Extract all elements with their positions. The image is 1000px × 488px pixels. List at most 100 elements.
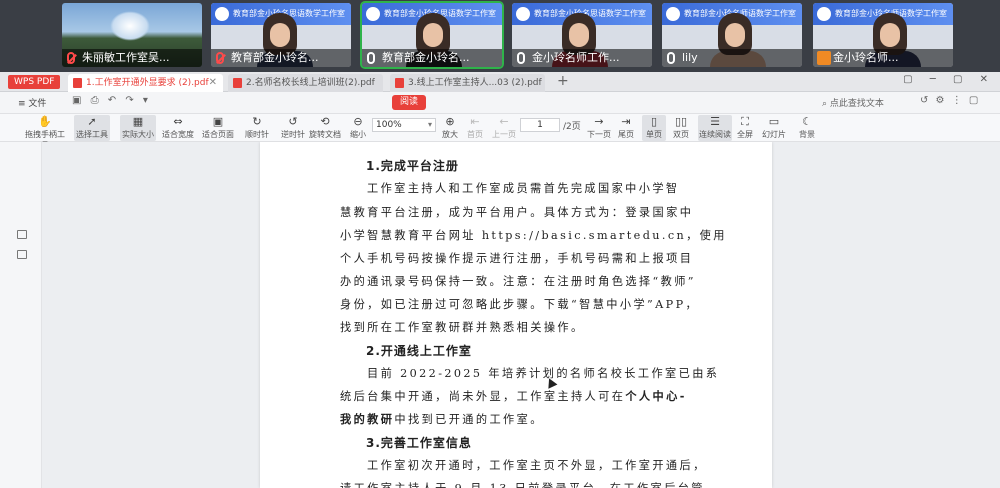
- bold-text: 我的教研: [340, 413, 395, 426]
- participant-tile[interactable]: 教育部金小玲名师语数学工作室 lily: [662, 3, 802, 67]
- fit-page-button[interactable]: ▣ 适合页面: [200, 115, 236, 141]
- paragraph-line: 请工作室主持人于 9 月 13 日前登录平台。在工作室后台管: [340, 480, 705, 488]
- user-avatar-icon: [817, 51, 831, 65]
- participant-name: lily: [682, 51, 698, 64]
- tool-label: 适合宽度: [162, 130, 194, 139]
- thumbnail-panel-icon[interactable]: [17, 230, 27, 239]
- file-menu[interactable]: ≡ 文件: [18, 96, 46, 109]
- tool-label: 实际大小: [122, 130, 154, 139]
- zoom-out-icon: ⊖: [353, 115, 363, 128]
- tool-label: 缩小: [350, 130, 366, 139]
- participant-nameplate: 金小玲名师...: [813, 49, 953, 67]
- tab-label: 2.名师名校长线上培训班(2).pdf: [246, 78, 375, 88]
- participant-tile[interactable]: 朱丽敏工作室吴...: [62, 3, 202, 67]
- mic-icon: [517, 52, 525, 64]
- single-page-button[interactable]: ▯ 单页: [642, 115, 666, 141]
- participant-tile-active-speaker[interactable]: 教育部金小玲名思语数学工作室 教育部金小玲名...: [360, 1, 504, 69]
- rotate-clockwise-icon: ↻: [252, 115, 262, 128]
- fit-page-icon: ▣: [212, 115, 224, 128]
- wps-pdf-window: WPS PDF 1.工作室开通外显要求 (2).pdf ✕ 2.名师名校长线上培…: [0, 72, 1000, 488]
- tool-label: 上一页: [492, 130, 516, 139]
- quick-access-icons[interactable]: ▣ ⎙ ↶ ↷ ▾: [72, 95, 148, 106]
- participant-tile[interactable]: 教育部金小玲名思语数学工作室 教育部金小玲名...: [211, 3, 351, 67]
- institution-logo-icon: [817, 7, 831, 21]
- settings-icons[interactable]: ↺ ⚙ ⋮ ▢: [920, 95, 978, 106]
- close-icon[interactable]: ✕: [209, 74, 217, 92]
- participant-nameplate: 教育部金小玲名...: [362, 49, 502, 67]
- slideshow-icon: ▭: [768, 115, 780, 128]
- select-tool-button[interactable]: ➚ 选择工具: [74, 115, 110, 141]
- last-page-button[interactable]: ⇥ 尾页: [614, 115, 638, 141]
- fit-width-icon: ⇔: [173, 115, 183, 128]
- paragraph-line: 个人手机号码按操作提示进行注册，手机号码需和上报项目: [340, 252, 694, 265]
- zoom-out-button[interactable]: ⊖ 缩小: [346, 115, 370, 141]
- fullscreen-button[interactable]: ⛶ 全屏: [734, 115, 756, 141]
- zoom-level-select[interactable]: 100%: [372, 118, 436, 132]
- slideshow-button[interactable]: ▭ 幻灯片: [760, 115, 788, 141]
- tool-label: 尾页: [618, 130, 634, 139]
- tab-document-3[interactable]: 3.线上工作室主持人...03 (2).pdf: [390, 74, 545, 92]
- tool-label: 逆时针: [281, 130, 305, 139]
- mic-muted-icon: [216, 52, 224, 64]
- paragraph-line: 工作室初次开通时，工作室主页不外显，工作室开通后，: [367, 459, 707, 472]
- section-heading-3: 3.完善工作室信息: [366, 436, 472, 450]
- tool-label: 全屏: [737, 130, 753, 139]
- pdf-file-icon: [73, 78, 82, 88]
- previous-page-button[interactable]: ← 上一页: [490, 115, 518, 141]
- institution-logo-icon: [666, 7, 680, 21]
- text-span: 统后台集中开通，尚未外显，工作室主持人可在: [340, 390, 626, 403]
- zoom-in-button[interactable]: ⊕ 放大: [438, 115, 462, 141]
- document-viewport[interactable]: 1.完成平台注册 工作室主持人和工作室成员需首先完成国家中小学智 慧教育平台注册…: [42, 142, 1000, 488]
- add-tab-icon[interactable]: +: [557, 73, 569, 89]
- mic-icon: [667, 52, 675, 64]
- first-page-button[interactable]: ⇤ 首页: [462, 115, 488, 141]
- window-controls[interactable]: ▢ ─ ▢ ✕: [903, 74, 988, 85]
- document-tabbar: WPS PDF 1.工作室开通外显要求 (2).pdf ✕ 2.名师名校长线上培…: [0, 72, 1000, 92]
- institution-logo-icon: [215, 7, 229, 21]
- paragraph-line: 找到所在工作室教研群并熟悉相关操作。: [340, 321, 585, 334]
- single-page-icon: ▯: [650, 115, 658, 128]
- rotate-document-icon: ⟲: [320, 115, 330, 128]
- continuous-reading-button[interactable]: ☰ 连续阅读: [698, 115, 732, 141]
- actual-size-icon: ▦: [132, 115, 144, 128]
- landscape-image: [110, 11, 150, 41]
- bookmark-panel-icon[interactable]: [17, 250, 27, 259]
- participant-nameplate: 金小玲名师工作...: [512, 49, 652, 67]
- tool-label: 放大: [442, 130, 458, 139]
- rotate-counterclockwise-icon: ↺: [288, 115, 298, 128]
- app-badge[interactable]: WPS PDF: [8, 75, 61, 89]
- tool-label: 连续阅读: [699, 130, 731, 139]
- next-page-button[interactable]: → 下一页: [584, 115, 614, 141]
- background-button[interactable]: ☾ 背景: [794, 115, 820, 141]
- page-total: /2页: [563, 122, 581, 132]
- search-text-field[interactable]: ⌕ 点此查找文本: [822, 96, 884, 109]
- page-number-input[interactable]: 1: [520, 118, 560, 132]
- paragraph-line: 我的教研中找到已开通的工作室。: [340, 411, 544, 427]
- rotate-counterclockwise-button[interactable]: ↺ 逆时针: [276, 115, 310, 141]
- tab-document-2[interactable]: 2.名师名校长线上培训班(2).pdf: [228, 74, 383, 92]
- tool-label: 下一页: [587, 130, 611, 139]
- tool-label: 双页: [673, 130, 689, 139]
- cursor-arrow-icon: ➚: [87, 115, 97, 128]
- reading-mode-button[interactable]: 阅读: [392, 95, 427, 110]
- tool-label: 旋转文档: [309, 130, 341, 139]
- actual-size-button[interactable]: ▦ 实际大小: [120, 115, 156, 141]
- tab-document-1[interactable]: 1.工作室开通外显要求 (2).pdf ✕: [68, 74, 223, 92]
- tab-label: 3.线上工作室主持人...03 (2).pdf: [408, 78, 542, 88]
- paragraph-line: 小学智慧教育平台网址 https://basic.smartedu.cn，使用: [340, 229, 727, 242]
- zoom-in-icon: ⊕: [445, 115, 455, 128]
- double-page-button[interactable]: ▯▯ 双页: [668, 115, 694, 141]
- rotate-clockwise-button[interactable]: ↻ 顺时针: [240, 115, 274, 141]
- participant-nameplate: 教育部金小玲名...: [211, 49, 351, 67]
- toolbar: ✋拖拽手柄工具 ➚ 选择工具 ▦ 实际大小 ⇔ 适合宽度 ▣ 适合页面 ↻ 顺时针 ↺ 逆时…: [0, 114, 1000, 151]
- participant-tile[interactable]: 教育部金小玲名师语数学工作室 金小玲名师...: [813, 3, 953, 67]
- hand-tool-button[interactable]: ✋拖拽手柄工具: [22, 115, 68, 151]
- tool-label: 单页: [646, 130, 662, 139]
- institution-logo-icon: [516, 7, 530, 21]
- menubar: ≡ 文件 ▣ ⎙ ↶ ↷ ▾ 阅读 ⌕ 点此查找文本 ↺ ⚙ ⋮ ▢: [0, 92, 1000, 114]
- fit-width-button[interactable]: ⇔ 适合宽度: [160, 115, 196, 141]
- participant-tile[interactable]: 教育部金小玲名思语数学工作室 金小玲名师工作...: [512, 3, 652, 67]
- paragraph-line: 慧教育平台注册，成为平台用户。具体方式为：登录国家中: [340, 206, 694, 219]
- rotate-document-button[interactable]: ⟲ 旋转文档: [308, 115, 342, 141]
- mic-muted-icon: [67, 52, 75, 64]
